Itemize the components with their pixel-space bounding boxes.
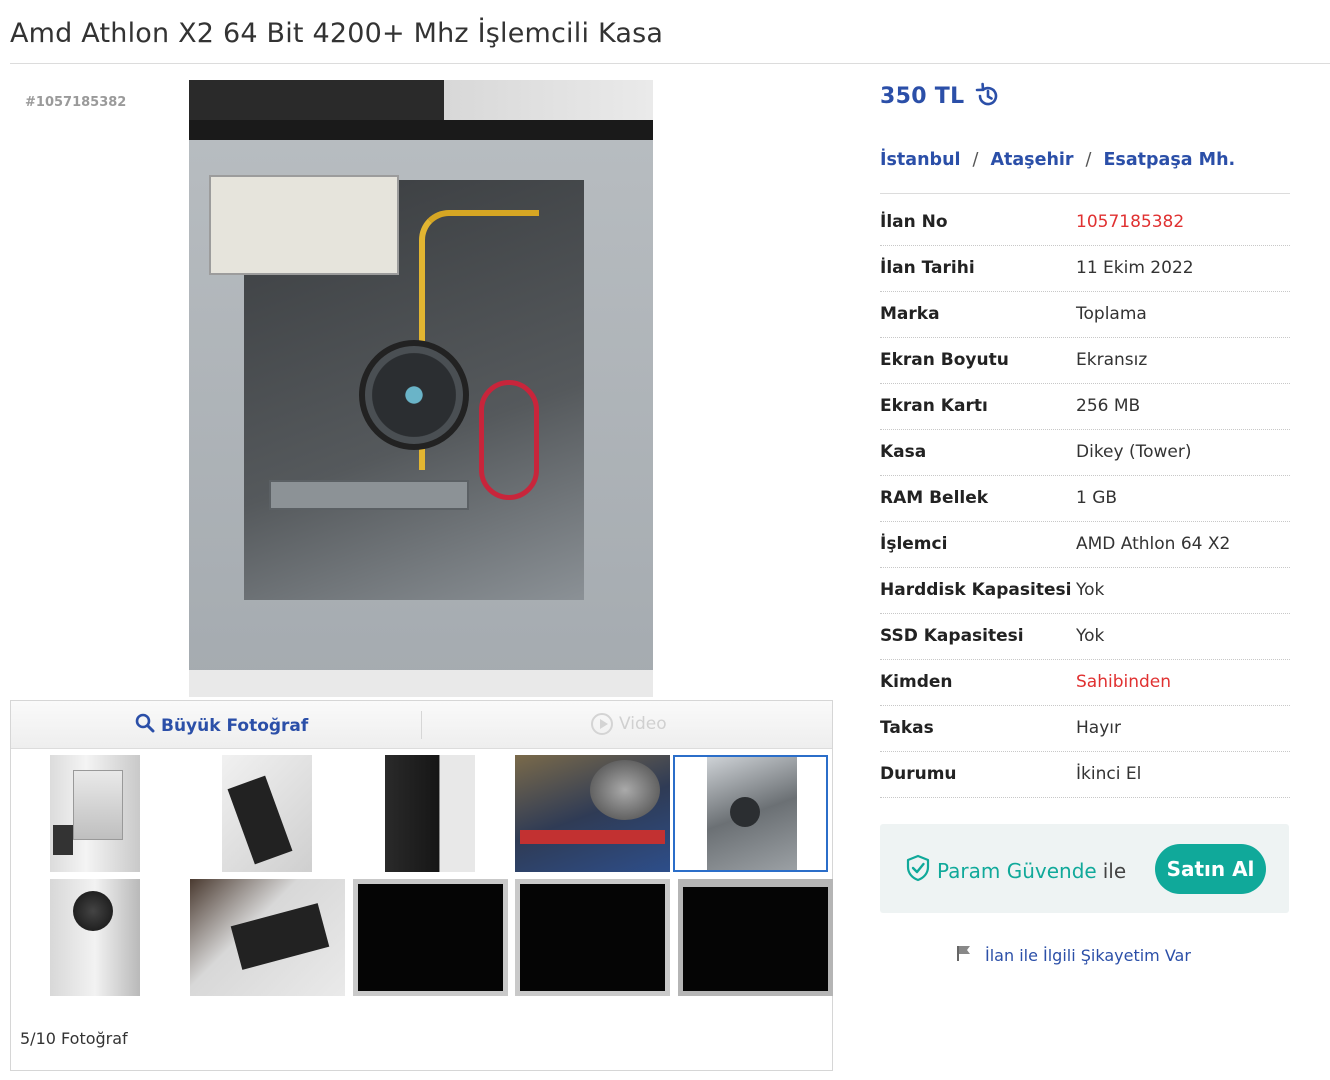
location-city[interactable]: İstanbul bbox=[880, 150, 961, 170]
gallery-tabs: Büyük Fotoğraf Video bbox=[11, 701, 832, 749]
breadcrumb-separator: / bbox=[1085, 150, 1092, 170]
detail-key: Marka bbox=[880, 304, 940, 324]
detail-value: 11 Ekim 2022 bbox=[1076, 258, 1194, 278]
thumbnail[interactable] bbox=[510, 879, 670, 996]
detail-row: Durumu İkinci El bbox=[880, 752, 1290, 798]
safe-payment-brand: Param Güvende bbox=[937, 858, 1097, 883]
thumbnail-grid bbox=[23, 755, 833, 1000]
detail-key: Kasa bbox=[880, 442, 927, 462]
detail-key: Takas bbox=[880, 718, 934, 738]
location-breadcrumb: İstanbul / Ataşehir / Esatpaşa Mh. bbox=[880, 150, 1235, 170]
thumbnail[interactable] bbox=[348, 879, 508, 996]
detail-value: Dikey (Tower) bbox=[1076, 442, 1192, 462]
detail-value: Hayır bbox=[1076, 718, 1121, 738]
detail-value: İkinci El bbox=[1076, 764, 1142, 784]
thumbnail[interactable] bbox=[185, 879, 345, 996]
detail-row: Kasa Dikey (Tower) bbox=[880, 430, 1290, 476]
detail-value: Yok bbox=[1076, 626, 1105, 646]
location-district[interactable]: Ataşehir bbox=[990, 150, 1073, 170]
complaint-link[interactable]: İlan ile İlgili Şikayetim Var bbox=[955, 944, 1191, 966]
location-divider bbox=[880, 193, 1290, 194]
detail-key: SSD Kapasitesi bbox=[880, 626, 1024, 646]
detail-key: Harddisk Kapasitesi bbox=[880, 580, 1072, 600]
shield-check-icon bbox=[905, 854, 931, 887]
detail-key: İlan No bbox=[880, 212, 948, 232]
safe-payment-text: Param Güvende ile bbox=[905, 854, 1126, 887]
detail-key: RAM Bellek bbox=[880, 488, 989, 508]
detail-key: Ekran Kartı bbox=[880, 396, 988, 416]
price-history-icon[interactable] bbox=[974, 82, 1002, 110]
title-divider bbox=[10, 63, 1330, 64]
thumbnail[interactable] bbox=[23, 755, 178, 872]
location-neighborhood[interactable]: Esatpaşa Mh. bbox=[1103, 150, 1235, 170]
detail-key: İşlemci bbox=[880, 534, 948, 554]
thumbnail[interactable] bbox=[673, 879, 833, 996]
detail-row: İlan No 1057185382 bbox=[880, 200, 1290, 246]
detail-row: İşlemci AMD Athlon 64 X2 bbox=[880, 522, 1290, 568]
play-icon bbox=[591, 713, 613, 735]
detail-row: Kimden Sahibinden bbox=[880, 660, 1290, 706]
safe-payment-suffix: ile bbox=[1102, 858, 1127, 883]
complaint-label: İlan ile İlgili Şikayetim Var bbox=[985, 945, 1191, 965]
detail-row: Ekran Boyutu Ekransız bbox=[880, 338, 1290, 384]
large-photo-tab[interactable]: Büyük Fotoğraf bbox=[135, 713, 308, 738]
detail-value: Ekransız bbox=[1076, 350, 1148, 370]
detail-key: İlan Tarihi bbox=[880, 258, 975, 278]
breadcrumb-separator: / bbox=[972, 150, 979, 170]
thumbnail-selected[interactable] bbox=[673, 755, 828, 872]
search-icon bbox=[135, 713, 155, 738]
detail-value: Yok bbox=[1076, 580, 1105, 600]
detail-key: Kimden bbox=[880, 672, 953, 692]
detail-row: RAM Bellek 1 GB bbox=[880, 476, 1290, 522]
detail-row: Harddisk Kapasitesi Yok bbox=[880, 568, 1290, 614]
detail-row: SSD Kapasitesi Yok bbox=[880, 614, 1290, 660]
photo-count: 5/10 Fotoğraf bbox=[20, 1029, 128, 1048]
detail-value: Toplama bbox=[1076, 304, 1147, 324]
detail-value: AMD Athlon 64 X2 bbox=[1076, 534, 1231, 554]
video-label: Video bbox=[619, 714, 667, 734]
listing-ref: #1057185382 bbox=[25, 95, 127, 110]
detail-row: Takas Hayır bbox=[880, 706, 1290, 752]
video-tab[interactable]: Video bbox=[591, 713, 667, 735]
detail-value: 256 MB bbox=[1076, 396, 1141, 416]
details-table: İlan No 1057185382 İlan Tarihi 11 Ekim 202… bbox=[880, 200, 1290, 798]
large-photo-label: Büyük Fotoğraf bbox=[161, 715, 309, 736]
detail-value: 1 GB bbox=[1076, 488, 1118, 508]
thumbnail[interactable] bbox=[348, 755, 503, 872]
flag-icon bbox=[955, 944, 973, 966]
detail-key: Ekran Boyutu bbox=[880, 350, 1009, 370]
thumbnail[interactable] bbox=[185, 755, 340, 872]
detail-value: 1057185382 bbox=[1076, 212, 1185, 232]
listing-title: Amd Athlon X2 64 Bit 4200+ Mhz İşlemcili… bbox=[10, 18, 664, 49]
price-row: 350 TL bbox=[880, 82, 1002, 110]
photo-gallery: Büyük Fotoğraf Video 5/10 Fotoğraf bbox=[10, 700, 833, 1071]
buy-button[interactable]: Satın Al bbox=[1155, 844, 1266, 894]
price: 350 TL bbox=[880, 83, 965, 109]
detail-key: Durumu bbox=[880, 764, 957, 784]
detail-row: Marka Toplama bbox=[880, 292, 1290, 338]
detail-row: Ekran Kartı 256 MB bbox=[880, 384, 1290, 430]
detail-row: İlan Tarihi 11 Ekim 2022 bbox=[880, 246, 1290, 292]
main-photo[interactable] bbox=[189, 80, 653, 697]
safe-payment-box: Param Güvende ile Satın Al bbox=[880, 824, 1289, 913]
thumbnail[interactable] bbox=[510, 755, 670, 872]
detail-value: Sahibinden bbox=[1076, 672, 1172, 692]
thumbnail[interactable] bbox=[23, 879, 178, 996]
